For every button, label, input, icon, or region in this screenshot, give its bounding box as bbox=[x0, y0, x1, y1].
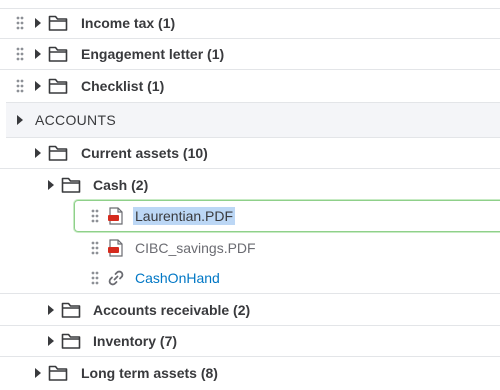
folder-icon bbox=[61, 302, 81, 318]
tree-row-checklist[interactable]: Checklist (1) bbox=[0, 70, 500, 102]
tree-row-current-assets[interactable]: Current assets (10) bbox=[0, 138, 500, 169]
section-label: ACCOUNTS bbox=[35, 112, 116, 128]
link-icon bbox=[108, 270, 124, 286]
drag-handle-icon[interactable] bbox=[16, 16, 24, 30]
folder-icon bbox=[61, 333, 81, 349]
folder-icon bbox=[48, 145, 68, 161]
drag-handle-icon[interactable] bbox=[91, 209, 99, 223]
tree-row-inventory[interactable]: Inventory (7) bbox=[0, 326, 500, 357]
tree-row-laurentian-pdf[interactable]: Laurentian.PDF bbox=[0, 200, 500, 232]
folder-label: Current assets (10) bbox=[81, 145, 208, 161]
document-tree: Income tax (1) Engagement letter (1) Che… bbox=[0, 0, 500, 390]
drag-handle-icon[interactable] bbox=[91, 241, 99, 255]
tree-row-cash[interactable]: Cash (2) bbox=[0, 169, 500, 200]
drag-handle-icon[interactable] bbox=[16, 47, 24, 61]
pdf-file-icon bbox=[108, 238, 123, 257]
tree-row-long-term-assets[interactable]: Long term assets (8) bbox=[0, 357, 500, 388]
folder-icon bbox=[48, 365, 68, 381]
tree-row-cash-on-hand[interactable]: CashOnHand bbox=[0, 263, 500, 294]
drag-handle-icon[interactable] bbox=[91, 271, 99, 285]
folder-icon bbox=[48, 46, 68, 62]
pdf-file-icon bbox=[108, 207, 123, 225]
folder-label: Long term assets (8) bbox=[81, 364, 218, 381]
caret-right-icon[interactable] bbox=[47, 336, 55, 346]
file-label[interactable]: CIBC_savings.PDF bbox=[135, 240, 256, 256]
folder-label: Checklist (1) bbox=[81, 78, 165, 94]
file-label[interactable]: Laurentian.PDF bbox=[133, 207, 236, 225]
caret-right-icon[interactable] bbox=[34, 49, 42, 59]
caret-right-icon[interactable] bbox=[34, 18, 42, 28]
folder-label: Inventory (7) bbox=[93, 333, 178, 349]
caret-right-icon[interactable] bbox=[34, 367, 42, 378]
folder-label: Cash (2) bbox=[93, 176, 149, 193]
tree-row-engagement-letter[interactable]: Engagement letter (1) bbox=[0, 39, 500, 70]
folder-icon bbox=[48, 15, 68, 31]
tree-row-cibc-savings-pdf[interactable]: CIBC_savings.PDF bbox=[0, 232, 500, 263]
folder-label: Engagement letter (1) bbox=[81, 46, 225, 62]
caret-right-icon[interactable] bbox=[34, 81, 42, 91]
folder-icon bbox=[48, 78, 68, 94]
tree-row-accounts-receivable[interactable]: Accounts receivable (2) bbox=[0, 294, 500, 326]
drag-handle-icon[interactable] bbox=[16, 79, 24, 93]
folder-icon bbox=[61, 177, 81, 193]
folder-label: Accounts receivable (2) bbox=[93, 301, 251, 318]
caret-right-icon[interactable] bbox=[47, 304, 55, 315]
tree-row-income-tax[interactable]: Income tax (1) bbox=[0, 8, 500, 39]
section-accounts[interactable]: ACCOUNTS bbox=[6, 102, 500, 138]
caret-right-icon[interactable] bbox=[16, 115, 24, 125]
caret-right-icon[interactable] bbox=[34, 148, 42, 158]
link-label[interactable]: CashOnHand bbox=[135, 270, 220, 286]
folder-label: Income tax (1) bbox=[81, 15, 176, 31]
caret-right-icon[interactable] bbox=[47, 179, 55, 190]
